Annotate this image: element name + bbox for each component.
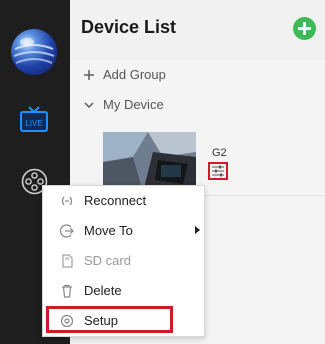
menu-item-move-to[interactable]: Move To	[43, 216, 204, 246]
menu-item-reconnect[interactable]: Reconnect	[43, 186, 204, 216]
globe-icon	[13, 38, 55, 64]
live-tv-icon: LIVE	[20, 106, 48, 132]
device-options-button[interactable]	[208, 162, 228, 180]
add-group-row[interactable]: Add Group	[70, 60, 325, 90]
my-device-label: My Device	[103, 97, 164, 112]
menu-item-sd-card[interactable]: SD card	[43, 246, 204, 276]
sd-card-icon	[62, 254, 73, 268]
my-device-group[interactable]: My Device	[70, 90, 325, 120]
menu-item-label: Move To	[84, 223, 133, 238]
menu-item-label: SD card	[84, 253, 131, 268]
add-device-button[interactable]	[293, 17, 316, 40]
sliders-icon	[212, 165, 224, 177]
app-logo	[11, 29, 57, 75]
device-thumbnail[interactable]	[103, 132, 196, 192]
page-title: Device List	[81, 17, 177, 37]
plus-icon	[84, 70, 94, 80]
add-group-label: Add Group	[103, 67, 166, 82]
submenu-arrow-icon	[195, 226, 200, 234]
setup-highlight-box	[46, 306, 173, 333]
trash-icon	[62, 284, 72, 298]
menu-item-delete[interactable]: Delete	[43, 276, 204, 306]
reconnect-icon	[61, 196, 73, 206]
device-context-menu: Reconnect Move To SD card Delete Setup	[42, 185, 205, 337]
menu-item-label: Delete	[84, 283, 122, 298]
live-badge-text: LIVE	[25, 119, 42, 128]
chevron-down-icon	[84, 102, 94, 108]
live-view-button[interactable]: LIVE	[19, 106, 49, 134]
device-list-header: Device List	[70, 0, 325, 60]
camera-preview-image	[103, 132, 196, 192]
move-to-icon	[60, 224, 74, 238]
device-name: G2	[212, 147, 227, 159]
menu-item-label: Reconnect	[84, 193, 147, 208]
